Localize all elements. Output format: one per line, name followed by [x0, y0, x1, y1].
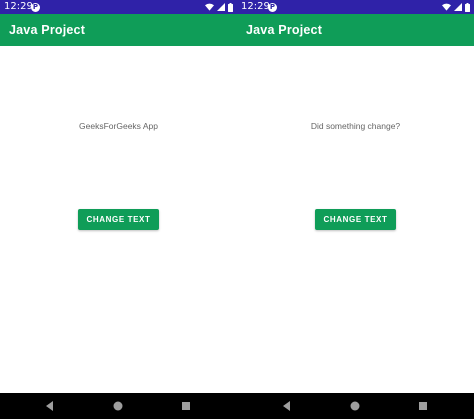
app-title: Java Project [246, 23, 323, 37]
content-text: Did something change? [310, 121, 401, 131]
app-bar: Java Project [0, 14, 237, 46]
navigation-bar [0, 393, 237, 419]
wifi-icon [205, 3, 214, 11]
change-text-button[interactable]: CHANGE TEXT [315, 209, 396, 230]
content-text: GeeksForGeeks App [79, 121, 158, 131]
change-text-button[interactable]: CHANGE TEXT [78, 209, 159, 230]
navigation-bar [237, 393, 474, 419]
battery-icon [465, 2, 470, 12]
status-bar: 12:29 P [0, 0, 237, 14]
status-time: 12:29 [4, 1, 33, 12]
phone-screen-before: 12:29 P Java Project GeeksForGeeks App C… [0, 0, 237, 419]
battery-icon [228, 2, 233, 12]
status-time: 12:29 [241, 1, 270, 12]
signal-icon [454, 3, 462, 11]
back-icon[interactable] [281, 400, 293, 412]
wifi-icon [442, 3, 451, 11]
home-icon[interactable] [349, 400, 361, 412]
back-icon[interactable] [44, 400, 56, 412]
signal-icon [217, 3, 225, 11]
app-bar: Java Project [237, 14, 474, 46]
app-title: Java Project [9, 23, 86, 37]
status-icons [442, 2, 470, 12]
home-icon[interactable] [112, 400, 124, 412]
recents-icon[interactable] [180, 400, 192, 412]
status-icons [205, 2, 233, 12]
status-bar: 12:29 P [237, 0, 474, 14]
phone-screen-after: 12:29 P Java Project Did something chang… [237, 0, 474, 419]
app-notification-icon: P [268, 3, 277, 12]
recents-icon[interactable] [417, 400, 429, 412]
app-notification-icon: P [31, 3, 40, 12]
